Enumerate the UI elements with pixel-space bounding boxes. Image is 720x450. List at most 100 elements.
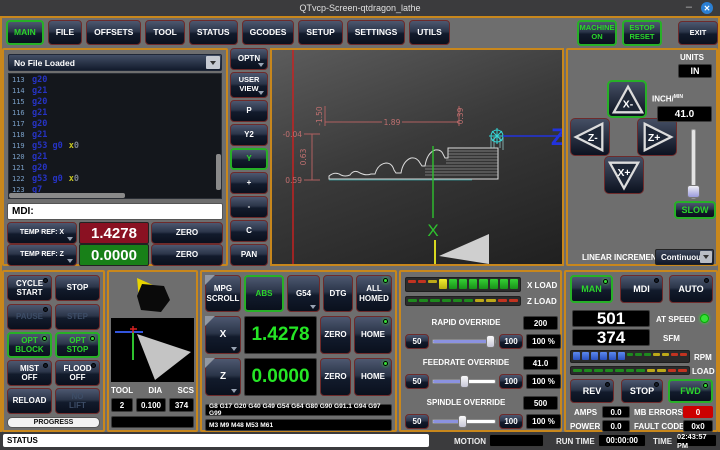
options-button[interactable]: OPTN (230, 48, 268, 70)
tab-offsets[interactable]: OFFSETS (86, 20, 141, 45)
zoom-out-button[interactable]: - (230, 196, 268, 218)
spindle-stop-button[interactable]: STOP (621, 379, 663, 403)
user-view-button[interactable]: USER VIEW (230, 72, 268, 98)
estop-reset-button[interactable]: ESTOP RESET (622, 20, 662, 46)
opt-block-button[interactable]: OPT BLOCK (7, 332, 52, 358)
all-homed-button[interactable]: ALL HOMED (356, 275, 392, 312)
abs-button[interactable]: ABS (244, 275, 284, 312)
pause-button[interactable]: PAUSE (7, 304, 52, 330)
temp-ref-x-button[interactable]: TEMP REF: X (7, 222, 77, 244)
tab-main[interactable]: MAIN (6, 20, 44, 45)
tab-file[interactable]: FILE (48, 20, 82, 45)
stop-button[interactable]: STOP (55, 275, 100, 301)
x-zero-button[interactable]: ZERO (320, 316, 351, 354)
corner-fold-icon (205, 275, 215, 285)
clear-button[interactable]: C (230, 220, 268, 242)
jog-x-plus-button[interactable]: X+ (604, 156, 644, 194)
temp-ref-z-button[interactable]: TEMP REF: Z (7, 244, 77, 266)
temp-ref-x-row: TEMP REF: X 1.4278 ZERO (7, 222, 223, 244)
z-home-button[interactable]: HOME (354, 358, 392, 396)
gcode-line: 118g21 (9, 129, 221, 140)
tool-headers: TOOL DIA SCS (111, 386, 194, 395)
zoom-in-button[interactable]: + (230, 172, 268, 194)
graphics-preview[interactable]: 1.89 -1.50 0.39 -0.04 0.63 0.59 (270, 48, 564, 266)
jog-z-minus-button[interactable]: Z- (570, 118, 610, 156)
tab-gcodes[interactable]: GCODES (242, 20, 295, 45)
tab-status[interactable]: STATUS (189, 20, 238, 45)
reload-button[interactable]: RELOAD (7, 388, 52, 414)
flood-button[interactable]: FLOOD OFF (55, 360, 100, 386)
view-p-button[interactable]: P (230, 100, 268, 122)
feedrate-override-slider[interactable] (432, 375, 496, 388)
opt-stop-button[interactable]: OPT STOP (55, 332, 100, 358)
x-dro-display: 1.4278 (244, 316, 317, 354)
z-axis-button[interactable]: Z (205, 358, 241, 396)
close-icon[interactable]: ✕ (701, 2, 713, 14)
tool-dia-value: 0.100 (136, 398, 166, 412)
spindle-max-button[interactable]: 100 (499, 414, 523, 429)
chevron-down-icon (700, 251, 712, 263)
rapid-min-button[interactable]: 50 (405, 334, 429, 349)
mist-button[interactable]: MIST OFF (7, 360, 52, 386)
tool-values: 2 0.100 374 (111, 398, 194, 412)
active-mcodes: M3 M9 M48 M53 M61 (205, 419, 392, 431)
rapid-percent: 100 % (526, 334, 561, 349)
slow-button[interactable]: SLOW (674, 201, 716, 219)
svg-text:X+: X+ (617, 168, 630, 179)
tab-settings[interactable]: SETTINGS (347, 20, 406, 45)
x-home-button[interactable]: HOME (354, 316, 392, 354)
vertical-scrollbar[interactable] (216, 154, 221, 190)
jog-rate-slider[interactable] (687, 129, 701, 199)
man-mode-button[interactable]: MAN (570, 275, 613, 303)
temp-ref-z-row: TEMP REF: Z 0.0000 ZERO (7, 244, 223, 266)
zero-x-button[interactable]: ZERO (151, 222, 223, 244)
zero-z-button[interactable]: ZERO (151, 244, 223, 266)
spindle-fwd-button[interactable]: FWD (668, 379, 713, 403)
file-select-combo[interactable]: No File Loaded (8, 54, 222, 71)
svg-text:Z+: Z+ (648, 133, 660, 144)
view-y2-button[interactable]: Y2 (230, 124, 268, 146)
jog-z-plus-button[interactable]: Z+ (637, 118, 677, 156)
no-lift-button[interactable]: NO LIFT (55, 388, 100, 414)
z-zero-button[interactable]: ZERO (320, 358, 351, 396)
gcode-line: 113g20 (9, 74, 221, 85)
pan-button[interactable]: PAN (230, 244, 268, 266)
machine-on-button[interactable]: MACHINE ON (577, 20, 617, 46)
slider-handle[interactable] (460, 375, 469, 388)
tab-setup[interactable]: SETUP (298, 20, 342, 45)
x-axis-button[interactable]: X (205, 316, 241, 354)
units-label: UNITS (680, 53, 704, 62)
dtg-button[interactable]: DTG (323, 275, 353, 312)
g54-button[interactable]: G54 (287, 275, 320, 312)
slider-handle[interactable] (458, 415, 467, 428)
horizontal-scrollbar[interactable] (9, 193, 125, 198)
linear-increment-combo[interactable]: Continuous (655, 249, 714, 265)
mpg-scroll-button[interactable]: MPG SCROLL (205, 275, 241, 312)
temp-ref-x-value: 1.4278 (79, 222, 149, 244)
step-button[interactable]: STEP (55, 304, 100, 330)
tab-tool[interactable]: TOOL (145, 20, 184, 45)
minimize-button[interactable]: – (686, 0, 692, 14)
mdi-input[interactable]: MDI: (7, 203, 223, 220)
spindle-load-label: LOAD (692, 367, 715, 376)
z-dro-display: 0.0000 (244, 358, 317, 396)
cycle-start-button[interactable]: CYCLE START (7, 275, 52, 301)
rapid-max-button[interactable]: 100 (499, 334, 523, 349)
tab-utils[interactable]: UTILS (409, 20, 450, 45)
fault-code-label: FAULT CODE (634, 422, 685, 431)
slider-handle[interactable] (486, 335, 495, 348)
tool-shape-icon (111, 318, 194, 382)
gcode-listing[interactable]: 113g20 114g21 115g20 116g21 117g20 118g2… (8, 73, 222, 199)
spindle-min-button[interactable]: 50 (405, 414, 429, 429)
jog-x-minus-button[interactable]: X- (607, 80, 647, 118)
spindle-override-slider[interactable] (432, 415, 496, 428)
view-y-button[interactable]: Y (230, 148, 268, 170)
spindle-rev-button[interactable]: REV (570, 379, 614, 403)
rapid-override-slider[interactable] (432, 335, 496, 348)
auto-mode-button[interactable]: AUTO (669, 275, 713, 303)
feedrate-min-button[interactable]: 50 (405, 374, 429, 389)
slider-handle[interactable] (687, 185, 700, 198)
feedrate-max-button[interactable]: 100 (499, 374, 523, 389)
exit-button[interactable]: EXIT (678, 21, 718, 45)
mdi-mode-button[interactable]: MDI (620, 275, 663, 303)
